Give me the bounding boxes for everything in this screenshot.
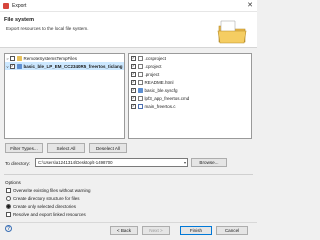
- filter-types-button[interactable]: Filter Types...: [5, 143, 43, 153]
- page-title: File system: [4, 17, 34, 23]
- back-button[interactable]: < Back: [110, 226, 138, 235]
- file-label: README.html: [144, 79, 174, 85]
- file-checkbox[interactable]: ✓: [131, 63, 136, 69]
- file-label: main_freertos.c: [144, 103, 176, 109]
- file-item[interactable]: ✓ .cproject: [129, 62, 251, 70]
- file-item[interactable]: ✓ .project: [129, 70, 251, 78]
- file-label: .cproject: [144, 63, 162, 69]
- to-directory-value: C:\Users\a1241314\Desktop\t-1498700: [38, 160, 113, 165]
- create-selected-option[interactable]: Create only selected directories: [6, 204, 76, 209]
- close-icon[interactable]: ✕: [247, 2, 253, 9]
- title-bar: Export ✕: [0, 0, 257, 12]
- syscfg-file-icon: [138, 87, 143, 93]
- file-checkbox[interactable]: ✓: [131, 55, 136, 61]
- create-structure-option[interactable]: Create directory structure for files: [6, 196, 80, 201]
- folder-export-banner-icon: [217, 20, 247, 44]
- create-structure-radio[interactable]: [6, 196, 11, 201]
- folder-icon: [17, 55, 22, 61]
- file-item[interactable]: ✓ README.html: [129, 78, 251, 86]
- file-label: lpf3_app_freertos.cmd: [144, 95, 190, 101]
- resolve-linked-label: Resolve and export linked resources: [13, 212, 86, 217]
- file-checkbox[interactable]: ✓: [131, 103, 136, 109]
- project-tree[interactable]: > RemoteSystemsTempFiles v ✓ basic_ble_L…: [4, 53, 125, 139]
- tree-item-remote-systems[interactable]: > RemoteSystemsTempFiles: [5, 54, 124, 62]
- tree-item-label: RemoteSystemsTempFiles: [23, 55, 78, 61]
- create-structure-label: Create directory structure for files: [13, 196, 80, 201]
- to-directory-input[interactable]: C:\Users\a1241314\Desktop\t-1498700 ▾: [35, 158, 188, 167]
- cancel-button[interactable]: Cancel: [216, 226, 248, 235]
- tree-item-basic-ble-project[interactable]: v ✓ basic_ble_LP_EM_CC2340R5_freertos_ti…: [5, 62, 124, 70]
- export-app-icon: [3, 2, 9, 9]
- overwrite-checkbox[interactable]: [6, 188, 11, 193]
- window-title: Export: [12, 2, 27, 9]
- resolve-linked-option[interactable]: Resolve and export linked resources: [6, 212, 86, 217]
- file-icon: [138, 55, 143, 61]
- file-icon: [138, 95, 143, 101]
- select-all-button[interactable]: Select All: [47, 143, 85, 153]
- create-selected-label: Create only selected directories: [13, 204, 77, 209]
- file-list[interactable]: ✓ .ccsproject ✓ .cproject ✓ .project ✓ R…: [128, 53, 252, 139]
- create-selected-radio[interactable]: [6, 204, 11, 209]
- html-file-icon: [138, 79, 143, 85]
- file-item[interactable]: ✓ basic_ble.syscfg: [129, 86, 251, 94]
- options-heading: Options: [5, 180, 21, 185]
- file-checkbox[interactable]: ✓: [131, 79, 136, 85]
- file-label: .ccsproject: [144, 55, 167, 61]
- deselect-all-button[interactable]: Deselect All: [89, 143, 127, 153]
- file-item[interactable]: ✓ .ccsproject: [129, 54, 251, 62]
- file-label: basic_ble.syscfg: [144, 87, 178, 93]
- file-checkbox[interactable]: ✓: [131, 87, 136, 93]
- file-item[interactable]: ✓ lpf3_app_freertos.cmd: [129, 94, 251, 102]
- file-item[interactable]: ✓ main_freertos.c: [129, 102, 251, 110]
- overwrite-label: Overwrite existing files without warning: [13, 188, 91, 193]
- project-icon: [17, 63, 22, 69]
- overwrite-option[interactable]: Overwrite existing files without warning: [6, 188, 91, 193]
- next-button[interactable]: Next >: [142, 226, 170, 235]
- page-description: Export resources to the local file syste…: [6, 26, 89, 31]
- file-icon: [138, 71, 143, 77]
- tree-item-checkbox[interactable]: ✓: [10, 63, 15, 69]
- wizard-header: File system Export resources to the loca…: [0, 12, 257, 48]
- tree-item-label: basic_ble_LP_EM_CC2340R5_freertos_ticlan…: [23, 63, 123, 69]
- browse-button[interactable]: Browse...: [191, 158, 227, 167]
- tree-item-checkbox[interactable]: [10, 55, 15, 61]
- divider: [4, 174, 253, 175]
- file-label: .project: [144, 71, 160, 77]
- resolve-linked-checkbox[interactable]: [6, 212, 11, 217]
- c-file-icon: [138, 103, 143, 109]
- finish-button[interactable]: Finish: [180, 226, 212, 235]
- chevron-down-icon[interactable]: ▾: [184, 160, 186, 165]
- file-icon: [138, 63, 143, 69]
- file-checkbox[interactable]: ✓: [131, 95, 136, 101]
- help-icon[interactable]: ?: [5, 225, 12, 232]
- to-directory-label: To directory:: [5, 161, 31, 166]
- file-checkbox[interactable]: ✓: [131, 71, 136, 77]
